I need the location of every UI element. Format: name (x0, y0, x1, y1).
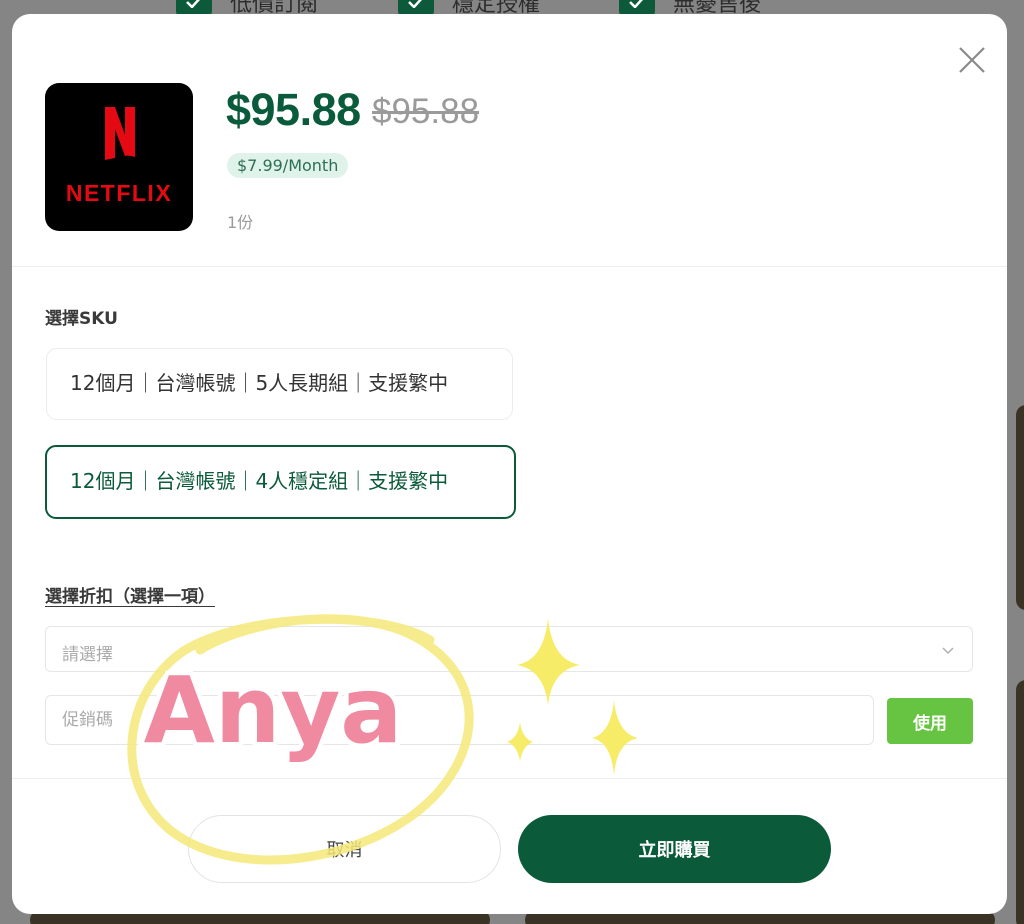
buy-now-button[interactable]: 立即購買 (518, 815, 831, 883)
cancel-button[interactable]: 取消 (188, 815, 501, 883)
close-icon (959, 47, 985, 73)
current-price: $95.88 (226, 84, 361, 135)
divider (12, 778, 1007, 779)
apply-promo-button[interactable]: 使用 (887, 698, 973, 744)
sku-option-4-person[interactable]: 12個月｜台灣帳號｜4人穩定組｜支援繁中 (45, 445, 516, 519)
chevron-down-icon (942, 647, 954, 655)
original-price: $95.88 (372, 92, 480, 131)
bg-card (1016, 405, 1024, 610)
monthly-price-badge: $7.99/Month (227, 153, 349, 178)
sku-option-5-person[interactable]: 12個月｜台灣帳號｜5人長期組｜支援繁中 (46, 348, 513, 420)
discount-section-label: 選擇折扣（選擇一項） (45, 587, 215, 607)
sku-option-label: 12個月｜台灣帳號｜5人長期組｜支援繁中 (70, 371, 449, 395)
select-placeholder: 請選擇 (62, 645, 113, 665)
sku-section-label: 選擇SKU (45, 309, 118, 329)
promo-code-input[interactable] (45, 695, 874, 745)
bg-card (1016, 680, 1024, 924)
sku-option-label: 12個月｜台灣帳號｜4人穩定組｜支援繁中 (70, 469, 449, 493)
svg-text:NETFLIX: NETFLIX (66, 180, 172, 206)
purchase-modal: NETFLIX $95.88 $95.88 $7.99/Month 1份 選擇S… (12, 14, 1007, 914)
netflix-logo: NETFLIX (45, 83, 193, 231)
close-button[interactable] (956, 44, 988, 76)
divider (12, 266, 1007, 267)
discount-select[interactable]: 請選擇 (45, 626, 973, 672)
quantity-label: 1份 (227, 213, 254, 232)
